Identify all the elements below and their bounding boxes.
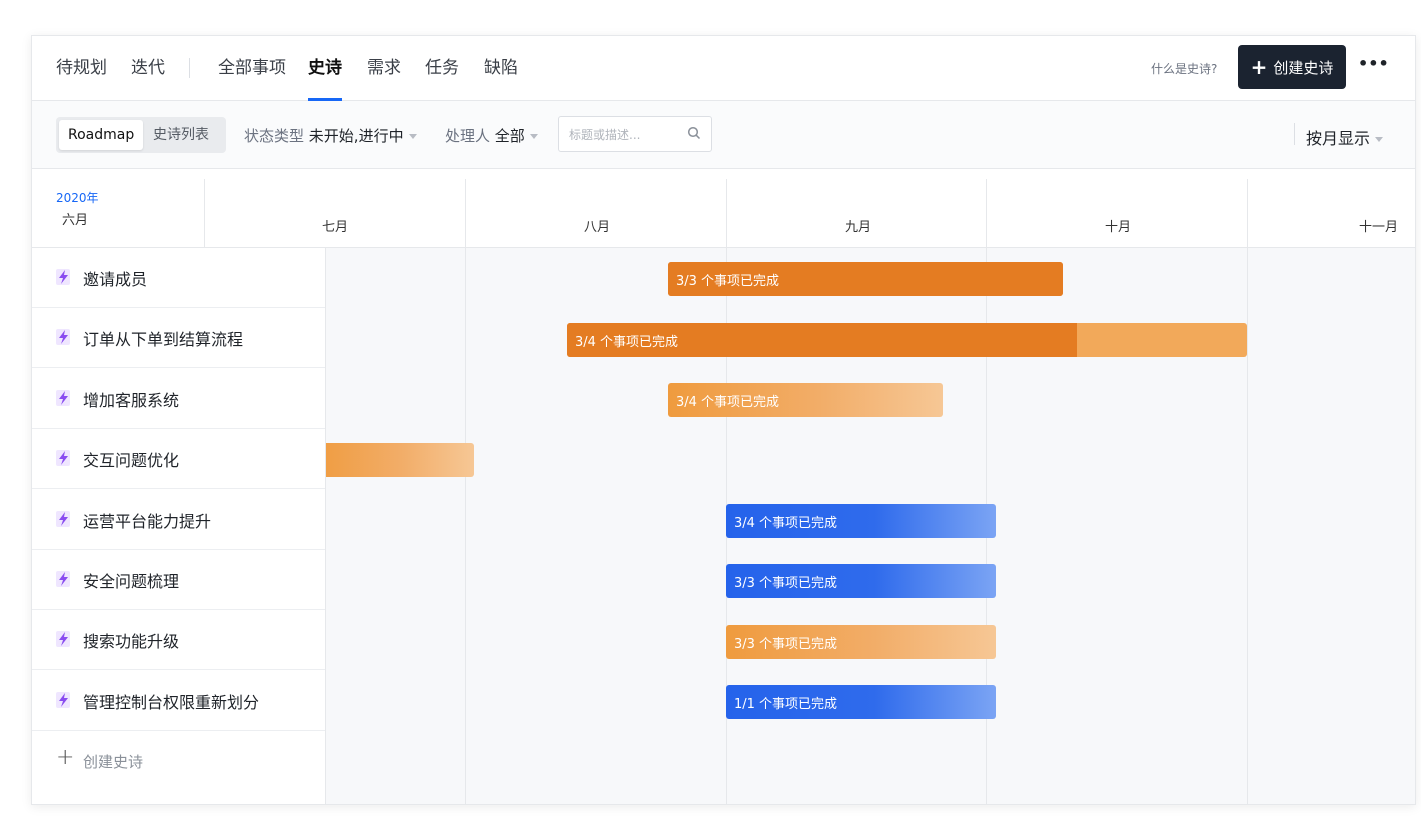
epic-bar[interactable]: 3/4 个事项已完成	[668, 383, 943, 417]
assignee-filter[interactable]: 处理人 全部	[445, 125, 538, 146]
epic-bar[interactable]: 1/1 个事项已完成	[726, 685, 996, 719]
top-nav: 待规划 迭代 全部事项 史诗 需求 任务 缺陷 什么是史诗? + 创建史诗 ••…	[32, 36, 1415, 101]
month-july: 七月	[322, 220, 349, 235]
display-mode-value: 按月显示	[1306, 129, 1371, 148]
assignee-filter-label: 处理人	[445, 127, 491, 145]
month-divider	[726, 179, 727, 247]
month-august: 八月	[584, 220, 611, 235]
epic-title: 搜索功能升级	[83, 632, 180, 651]
filter-bar: Roadmap 史诗列表 状态类型 未开始,进行中 处理人 全部 按月显示	[32, 101, 1415, 169]
status-filter[interactable]: 状态类型 未开始,进行中	[244, 125, 417, 146]
lightning-icon	[56, 390, 70, 406]
month-divider	[1247, 179, 1248, 247]
epic-bar[interactable]: 3/3 个事项已完成	[668, 262, 1063, 296]
month-divider	[204, 179, 205, 247]
plus-icon: +	[56, 745, 75, 770]
epic-title: 运营平台能力提升	[83, 512, 212, 531]
epic-title: 管理控制台权限重新划分	[83, 693, 260, 712]
bar-progress-text: 3/4 个事项已完成	[676, 394, 780, 410]
epic-bar[interactable]: 3/3 个事项已完成	[726, 625, 996, 659]
month-divider	[465, 179, 466, 247]
help-link[interactable]: 什么是史诗?	[1151, 60, 1217, 77]
bar-progress-text: 3/3 个事项已完成	[734, 636, 838, 652]
bar-progress-text: 3/4 个事项已完成	[734, 515, 838, 531]
tab-task[interactable]: 任务	[425, 56, 459, 80]
month-june: 六月	[62, 213, 89, 228]
epic-row[interactable]: 增加客服系统	[32, 369, 325, 429]
lightning-icon	[56, 511, 70, 527]
search-input[interactable]	[567, 125, 681, 145]
add-epic-button[interactable]: + 创建史诗	[32, 731, 325, 791]
epic-row[interactable]: 搜索功能升级	[32, 610, 325, 670]
view-roadmap[interactable]: Roadmap	[59, 120, 144, 150]
epic-title: 订单从下单到结算流程	[83, 330, 244, 349]
tab-iteration[interactable]: 迭代	[131, 56, 165, 80]
status-filter-value: 未开始,进行中	[308, 127, 404, 145]
view-epic-list[interactable]: 史诗列表	[144, 120, 218, 150]
search-box	[558, 116, 712, 152]
month-divider	[986, 179, 987, 247]
roadmap-panel: 待规划 迭代 全部事项 史诗 需求 任务 缺陷 什么是史诗? + 创建史诗 ••…	[31, 35, 1416, 805]
more-icon[interactable]: •••	[1358, 54, 1389, 78]
epic-bar[interactable]: 3/4 个事项已完成	[726, 504, 996, 538]
create-epic-button[interactable]: + 创建史诗	[1238, 45, 1346, 89]
epic-list: 邀请成员 订单从下单到结算流程 增加客服系统 交互问题优化 运营平台能力提升 安…	[32, 248, 326, 804]
tab-defect[interactable]: 缺陷	[484, 56, 518, 80]
bar-progress-text: 1/1 个事项已完成	[734, 696, 838, 712]
lightning-icon	[56, 571, 70, 587]
display-mode-select[interactable]: 按月显示	[1306, 125, 1384, 149]
add-epic-label: 创建史诗	[83, 753, 144, 771]
lightning-icon	[56, 329, 70, 345]
view-toggle: Roadmap 史诗列表	[56, 117, 226, 153]
tab-backlog[interactable]: 待规划	[56, 56, 107, 80]
epic-title: 交互问题优化	[83, 451, 180, 470]
epic-bar[interactable]	[312, 443, 474, 477]
bar-progress-text: 3/4 个事项已完成	[575, 334, 679, 350]
bar-progress-text: 3/3 个事项已完成	[676, 273, 780, 289]
tab-epic[interactable]: 史诗	[308, 56, 342, 80]
grid-line	[465, 248, 466, 804]
grid-line	[1247, 248, 1248, 804]
timeline-year: 2020年	[56, 191, 99, 205]
caret-down-icon	[408, 134, 417, 139]
bar-progress-text: 3/3 个事项已完成	[734, 575, 838, 591]
assignee-filter-value: 全部	[494, 127, 525, 145]
lightning-icon	[56, 450, 70, 466]
epic-row[interactable]: 安全问题梳理	[32, 550, 325, 610]
filter-divider	[1294, 123, 1295, 145]
lightning-icon	[56, 631, 70, 647]
timeline-header: 2020年 六月 七月 八月 九月 十月 十一月	[32, 169, 1415, 248]
tab-all-items[interactable]: 全部事项	[218, 56, 286, 80]
epic-row[interactable]: 运营平台能力提升	[32, 490, 325, 550]
epic-title: 邀请成员	[83, 270, 148, 289]
month-october: 十月	[1105, 220, 1132, 235]
caret-down-icon	[529, 134, 538, 139]
lightning-icon	[56, 269, 70, 285]
epic-row[interactable]: 订单从下单到结算流程	[32, 308, 325, 368]
month-november: 十一月	[1359, 220, 1399, 235]
epic-title: 安全问题梳理	[83, 572, 180, 591]
epic-title: 增加客服系统	[83, 391, 180, 410]
epic-row[interactable]: 邀请成员	[32, 248, 325, 308]
status-filter-label: 状态类型	[244, 127, 305, 145]
tab-requirement[interactable]: 需求	[367, 56, 401, 80]
caret-down-icon	[1375, 137, 1384, 142]
epic-bar[interactable]: 3/4 个事项已完成	[567, 323, 1247, 357]
lightning-icon	[56, 692, 70, 708]
epic-row[interactable]: 交互问题优化	[32, 429, 325, 489]
epic-bar[interactable]: 3/3 个事项已完成	[726, 564, 996, 598]
search-icon[interactable]	[687, 126, 701, 140]
epic-row[interactable]: 管理控制台权限重新划分	[32, 671, 325, 731]
nav-divider	[189, 58, 190, 78]
plus-icon: +	[1250, 55, 1268, 79]
month-september: 九月	[845, 220, 872, 235]
create-epic-label: 创建史诗	[1273, 58, 1334, 77]
